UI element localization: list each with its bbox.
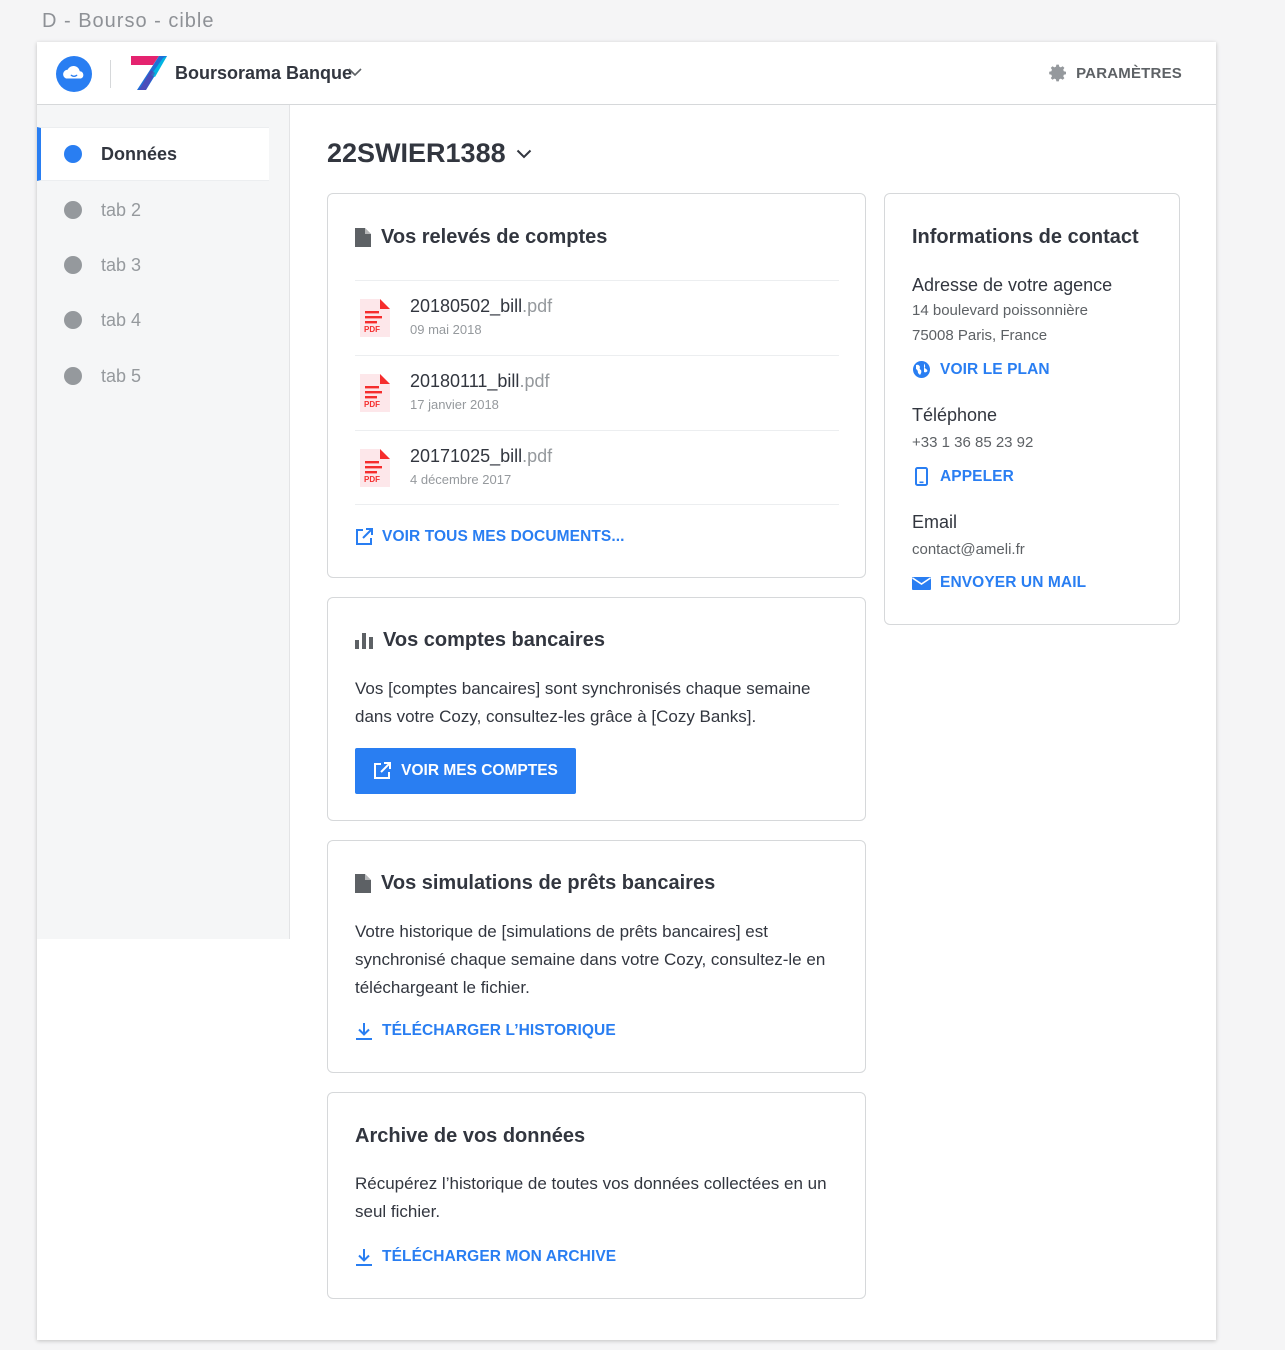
top-bar: Boursorama Banque PARAMÈTRES <box>37 42 1216 105</box>
see-all-documents-link[interactable]: VOIR TOUS MES DOCUMENTS... <box>355 528 625 546</box>
card-text: Récupérez l’historique de toutes vos don… <box>355 1174 827 1221</box>
dot-icon <box>64 201 82 219</box>
sidebar-item-label: tab 4 <box>101 309 142 330</box>
card-text: Vos [comptes bancaires] sont synchronisé… <box>355 679 811 726</box>
file-name: 20180502_bill.pdf <box>410 296 553 316</box>
card-title: Vos simulations de prêts bancaires <box>355 872 715 895</box>
list-item[interactable]: PDF 20180111_bill.pdf 17 janvier 2018 <box>355 355 839 430</box>
contact-card: Informations de contact Adresse de votre… <box>884 193 1180 625</box>
dot-icon <box>64 145 82 163</box>
card-title: Archive de vos données <box>355 1125 586 1147</box>
sidebar-item-tab-5[interactable]: tab 5 <box>37 349 269 403</box>
sidebar: Données tab 2 tab 3 tab 4 tab 5 <box>37 105 290 939</box>
call-link[interactable]: APPELER <box>912 467 1014 486</box>
document-icon <box>355 228 371 247</box>
globe-icon <box>913 361 930 378</box>
list-item[interactable]: PDF 20171025_bill.pdf 4 décembre 2017 <box>355 430 839 505</box>
svg-text:PDF: PDF <box>364 400 380 409</box>
loan-simulations-card: Vos simulations de prêts bancaires Votre… <box>327 840 866 1073</box>
download-history-link[interactable]: TÉLÉCHARGER L’HISTORIQUE <box>355 1022 616 1040</box>
card-text: Votre historique de [simulations de prêt… <box>355 922 826 997</box>
card-title: Vos relevés de comptes <box>355 226 607 249</box>
sidebar-item-label: tab 3 <box>101 254 142 275</box>
bar-chart-icon <box>355 632 373 649</box>
email-value: contact@ameli.fr <box>912 541 1025 558</box>
file-date: 09 mai 2018 <box>410 322 482 337</box>
external-link-icon <box>356 528 373 545</box>
sidebar-item-tab-3[interactable]: tab 3 <box>37 238 269 292</box>
file-name: 20171025_bill.pdf <box>410 446 553 466</box>
file-name: 20180111_bill.pdf <box>410 371 550 391</box>
address-label: Adresse de votre agence <box>912 275 1113 295</box>
gear-icon <box>1049 64 1067 82</box>
list-item[interactable]: PDF 20180502_bill.pdf 09 mai 2018 <box>355 280 839 355</box>
document-list: PDF 20180502_bill.pdf 09 mai 2018 PDF 20… <box>355 280 839 505</box>
view-map-link[interactable]: VOIR LE PLAN <box>912 360 1050 379</box>
settings-button[interactable]: PARAMÈTRES <box>1048 63 1182 83</box>
external-link-icon <box>374 762 392 779</box>
sidebar-item-label: tab 5 <box>101 365 142 386</box>
phone-label: Téléphone <box>912 405 998 425</box>
phone-value: +33 1 36 85 23 92 <box>912 434 1034 451</box>
brand-name[interactable]: Boursorama Banque <box>175 63 352 84</box>
pdf-file-icon: PDF <box>360 299 390 337</box>
address-line-1: 14 boulevard poissonnière <box>912 302 1088 319</box>
cozy-cloud-icon[interactable] <box>55 55 93 93</box>
app-window: Boursorama Banque PARAMÈTRES Données tab… <box>37 42 1216 1340</box>
pdf-file-icon: PDF <box>360 374 390 412</box>
sidebar-item-donnees[interactable]: Données <box>37 127 269 181</box>
download-icon <box>356 1249 372 1266</box>
download-icon <box>356 1023 372 1040</box>
dot-icon <box>64 311 82 329</box>
card-title: Vos comptes bancaires <box>355 629 605 652</box>
send-mail-link[interactable]: ENVOYER UN MAIL <box>912 574 1086 592</box>
statements-card: Vos relevés de comptes PDF 20180502_bill… <box>327 193 866 578</box>
download-archive-link[interactable]: TÉLÉCHARGER MON ARCHIVE <box>355 1248 616 1266</box>
account-selector[interactable]: 22SWIER1388 <box>327 138 532 169</box>
email-label: Email <box>912 512 958 532</box>
boursorama-logo-icon <box>131 56 167 90</box>
sidebar-item-label: tab 2 <box>101 199 142 220</box>
sidebar-item-tab-2[interactable]: tab 2 <box>37 183 269 237</box>
pdf-file-icon: PDF <box>360 449 390 487</box>
settings-label: PARAMÈTRES <box>1076 64 1182 82</box>
chevron-down-icon <box>516 149 531 158</box>
document-icon <box>355 874 371 893</box>
topbar-divider <box>110 60 111 88</box>
sidebar-item-tab-4[interactable]: tab 4 <box>37 293 269 347</box>
phone-icon <box>915 467 928 486</box>
svg-text:PDF: PDF <box>364 325 380 334</box>
card-title: Informations de contact <box>912 226 1139 248</box>
svg-text:PDF: PDF <box>364 475 380 484</box>
artboard-title: D - Bourso - cible <box>42 10 215 32</box>
file-date: 17 janvier 2018 <box>410 397 499 412</box>
sidebar-item-label: Données <box>101 143 178 164</box>
file-date: 4 décembre 2017 <box>410 472 512 487</box>
page-title: 22SWIER1388 <box>327 138 506 168</box>
dot-icon <box>64 367 82 385</box>
chevron-down-icon[interactable] <box>348 68 362 77</box>
dot-icon <box>64 256 82 274</box>
archive-card: Archive de vos données Récupérez l’histo… <box>327 1092 866 1299</box>
mail-icon <box>912 576 931 590</box>
bank-accounts-card: Vos comptes bancaires Vos [comptes banca… <box>327 597 866 821</box>
view-accounts-button[interactable]: VOIR MES COMPTES <box>355 748 576 794</box>
address-line-2: 75008 Paris, France <box>912 327 1048 344</box>
